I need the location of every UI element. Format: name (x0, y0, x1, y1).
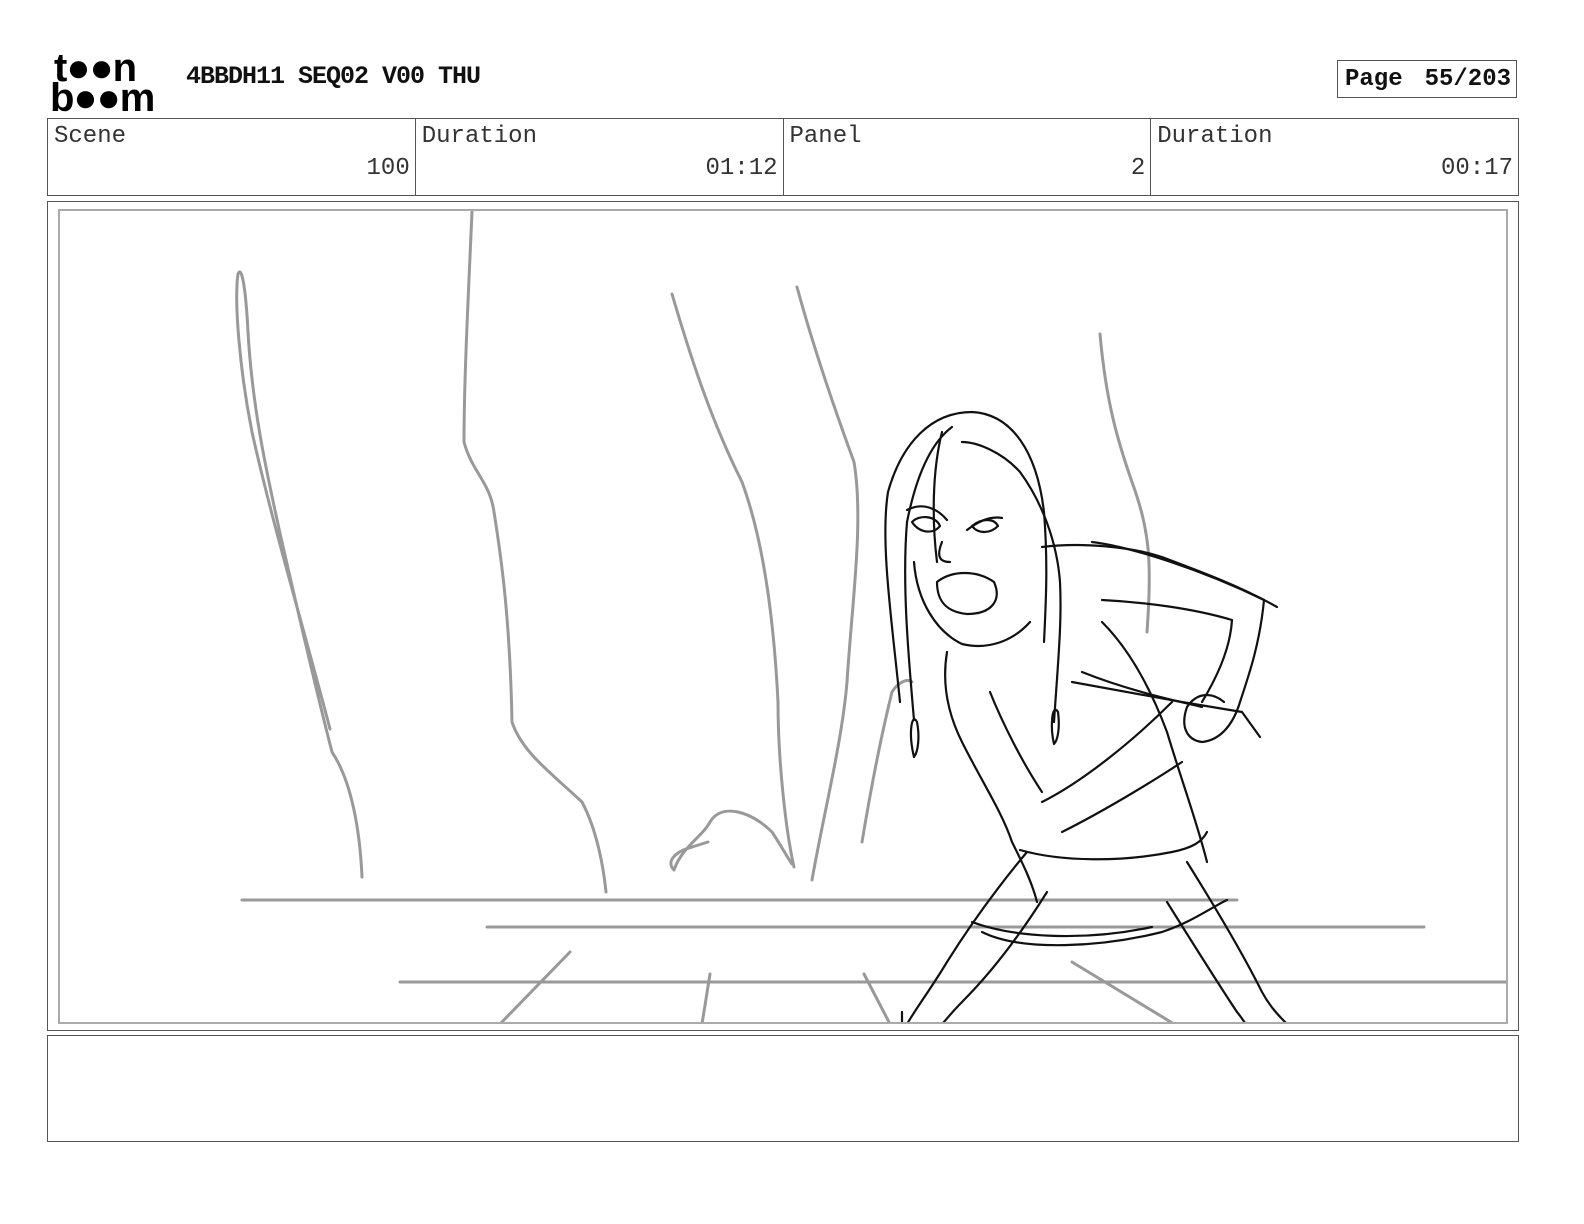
scene-duration-label: Duration (421, 123, 537, 150)
panel-cell: Panel 2 (784, 119, 1152, 195)
storyboard-panel-image (58, 209, 1508, 1024)
page-number: 55/203 (1424, 65, 1511, 93)
panel-duration-value: 00:17 (1440, 155, 1513, 182)
scene-info-row: Scene 100 Duration 01:12 Panel 2 Duratio… (47, 118, 1519, 196)
logo-line-2: b●●m (50, 76, 155, 120)
panel-duration-cell: Duration 00:17 (1151, 119, 1518, 195)
scene-label: Scene (54, 123, 127, 150)
scene-duration-value: 01:12 (705, 155, 778, 182)
background-sketch (235, 211, 1506, 1022)
panel-label: Panel (789, 123, 862, 150)
character-sketch (884, 410, 1287, 1022)
scene-value: 100 (366, 155, 410, 182)
toon-boom-logo: t●●n b●●m (50, 48, 165, 120)
panel-duration-label: Duration (1157, 123, 1273, 150)
document-title: 4BBDH11 SEQ02 V00 THU (186, 62, 481, 91)
storyboard-sketch (235, 211, 1506, 1022)
page-indicator: Page 55/203 (1337, 60, 1517, 98)
scene-cell: Scene 100 (48, 119, 416, 195)
notes-box (47, 1035, 1519, 1142)
panel-value: 2 (1130, 155, 1146, 182)
scene-duration-cell: Duration 01:12 (416, 119, 784, 195)
page-label: Page (1345, 65, 1403, 93)
